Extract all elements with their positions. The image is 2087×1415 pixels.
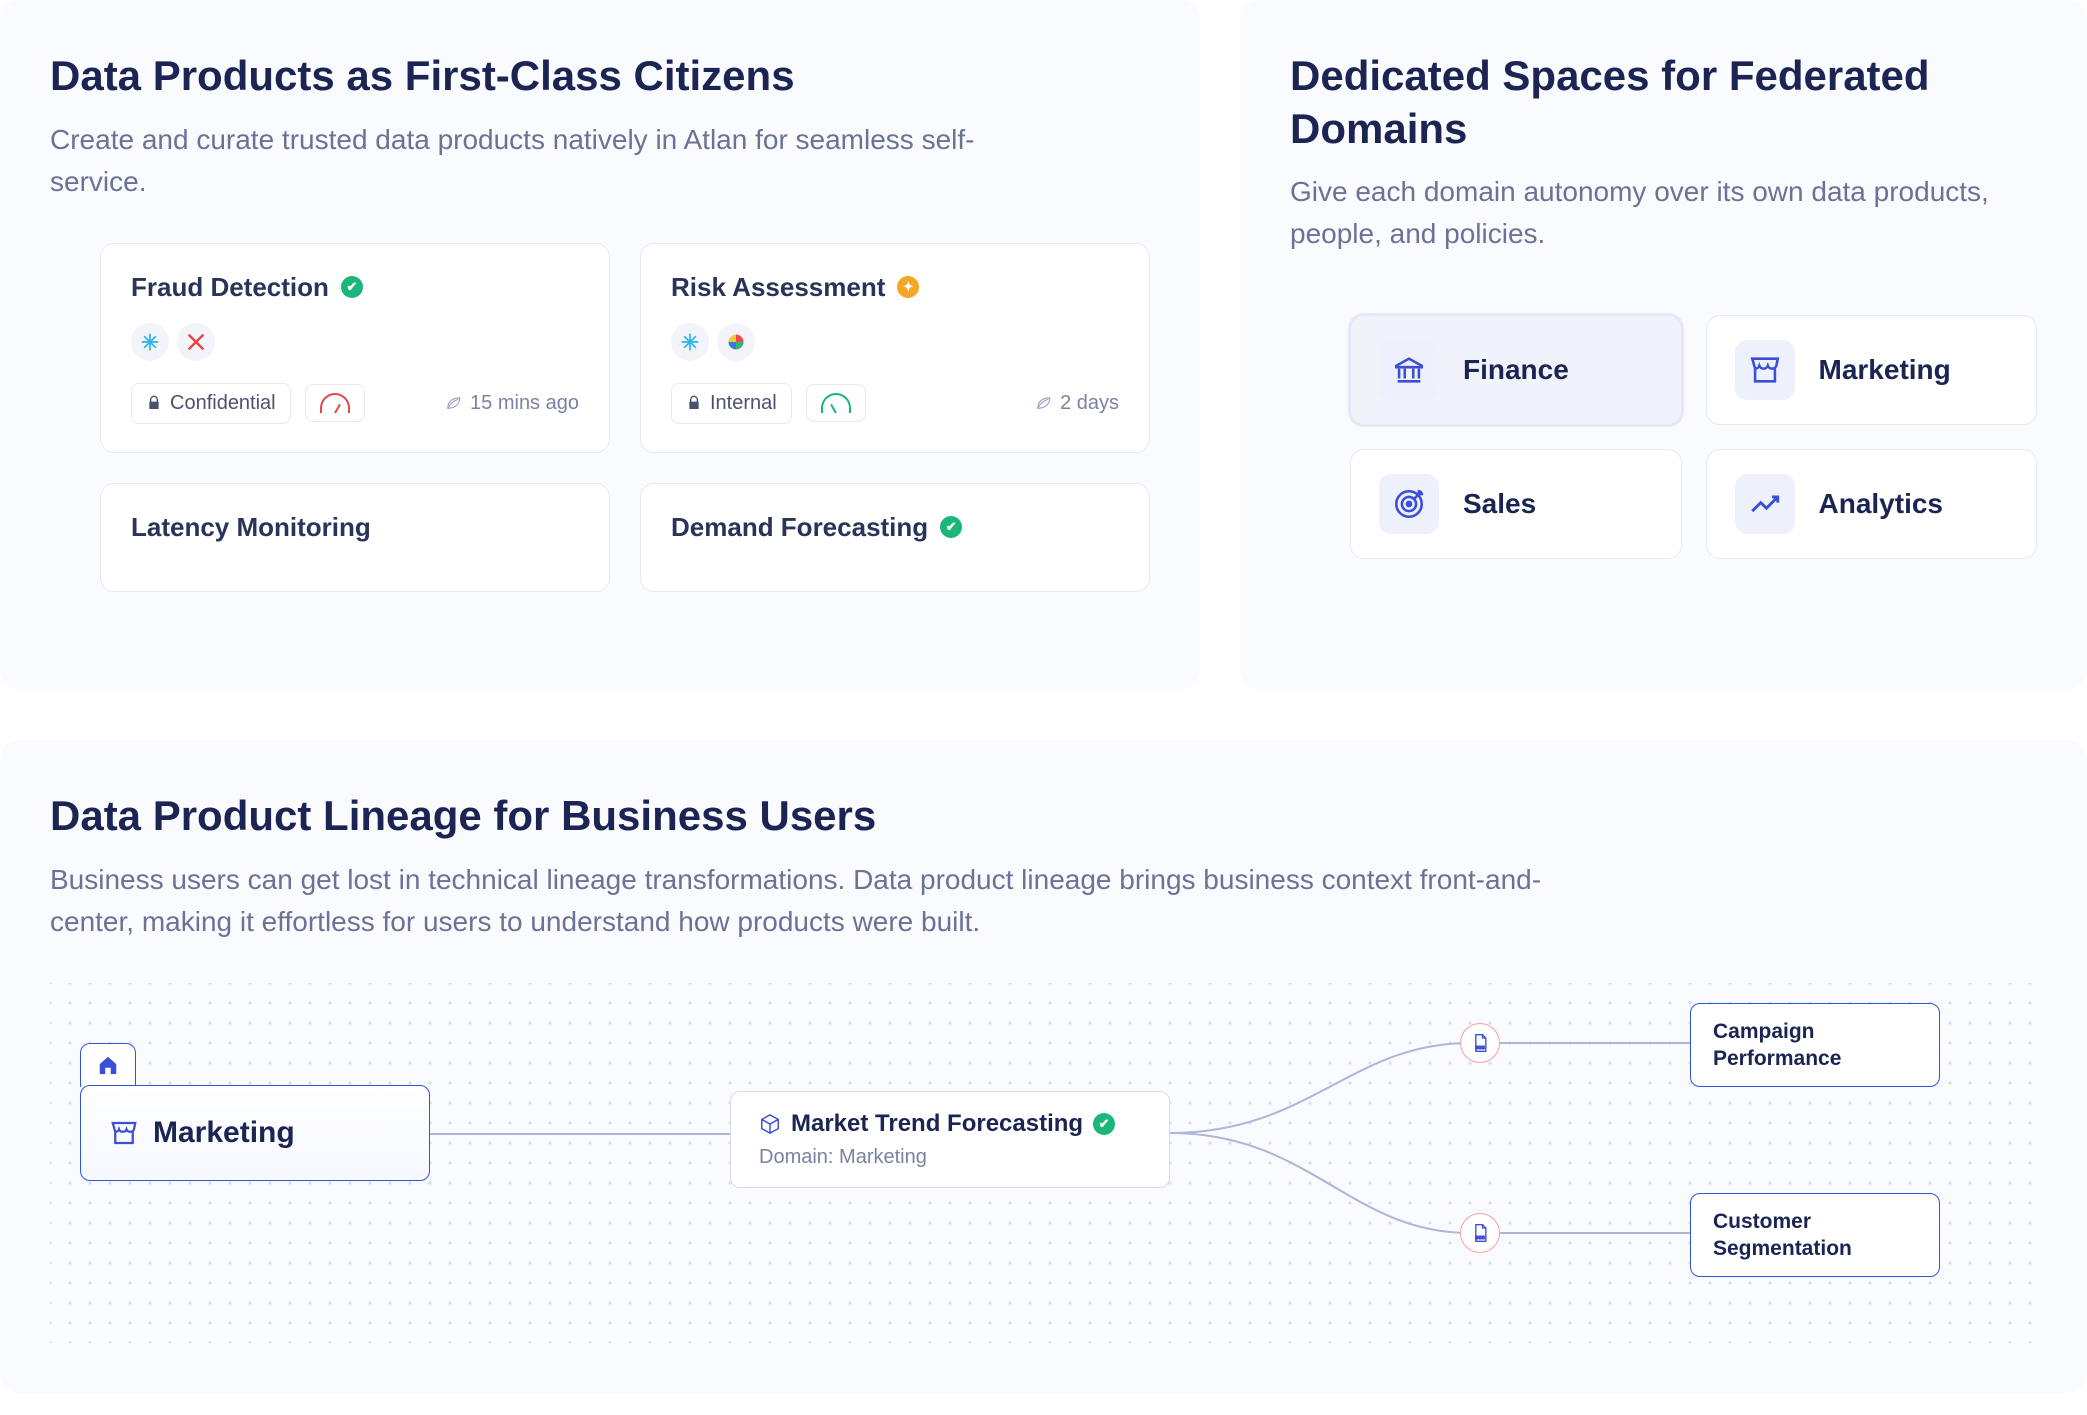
panel-title: Data Product Lineage for Business Users: [50, 790, 2037, 843]
gauge-green-icon: [821, 393, 851, 413]
domain-card-finance[interactable]: Finance: [1350, 315, 1682, 425]
snowflake-icon: [671, 323, 709, 361]
product-title-text: Fraud Detection: [131, 272, 329, 303]
lineage-edge: [430, 1133, 730, 1135]
cube-icon: [759, 1113, 781, 1135]
lock-icon: [146, 395, 162, 411]
panel-lineage: Data Product Lineage for Business Users …: [0, 740, 2087, 1393]
panel-subtitle: Give each domain autonomy over its own d…: [1290, 171, 2037, 255]
lineage-root-node[interactable]: Marketing: [80, 1085, 430, 1181]
pending-badge-icon: ✦: [897, 276, 919, 298]
doc-connector-icon: DOC: [1460, 1213, 1500, 1253]
domain-label: Analytics: [1819, 488, 1944, 520]
verified-badge-icon: ✔: [1093, 1113, 1115, 1135]
svg-text:DOC: DOC: [1475, 1234, 1484, 1239]
doc-connector-icon: DOC: [1460, 1023, 1500, 1063]
panel-title: Data Products as First-Class Citizens: [50, 50, 1150, 103]
lineage-leaf-label: Customer Segmentation: [1713, 1208, 1917, 1263]
gauge-red-icon: [320, 393, 350, 413]
domain-card-sales[interactable]: Sales: [1350, 449, 1682, 559]
classification-pill: Internal: [671, 383, 792, 424]
target-icon: [1379, 474, 1439, 534]
product-title-text: Demand Forecasting: [671, 512, 928, 543]
product-card-fraud-detection[interactable]: Fraud Detection ✔ Confidential: [100, 243, 610, 453]
trend-icon: [1735, 474, 1795, 534]
bank-icon: [1379, 340, 1439, 400]
lineage-leaf-node[interactable]: Customer Segmentation: [1690, 1193, 1940, 1278]
health-gauge: [305, 384, 365, 422]
verified-badge-icon: ✔: [341, 276, 363, 298]
lineage-edge: [1170, 1013, 1710, 1273]
product-title-text: Latency Monitoring: [131, 512, 371, 543]
lineage-root-label: Marketing: [153, 1116, 295, 1150]
leaf-icon: [444, 394, 462, 412]
domain-label: Sales: [1463, 488, 1536, 520]
product-card-risk-assessment[interactable]: Risk Assessment ✦ Internal: [640, 243, 1150, 453]
storefront-icon: [1735, 340, 1795, 400]
leaf-icon: [1034, 394, 1052, 412]
lineage-leaf-node[interactable]: Campaign Performance: [1690, 1003, 1940, 1088]
domain-card-marketing[interactable]: Marketing: [1706, 315, 2038, 425]
product-title-text: Risk Assessment: [671, 272, 885, 303]
pinwheel-icon: [717, 323, 755, 361]
health-gauge: [806, 384, 866, 422]
home-icon: [97, 1054, 119, 1076]
domain-label: Marketing: [1819, 354, 1951, 386]
product-card-latency-monitoring[interactable]: Latency Monitoring: [100, 483, 610, 592]
freshness-text: 2 days: [1034, 392, 1119, 415]
lineage-mid-sub: Domain: Marketing: [759, 1146, 927, 1169]
lineage-mid-label: Market Trend Forecasting: [791, 1110, 1083, 1138]
panel-data-products: Data Products as First-Class Citizens Cr…: [0, 0, 1200, 690]
panel-subtitle: Business users can get lost in technical…: [50, 859, 1550, 943]
panel-title: Dedicated Spaces for Federated Domains: [1290, 50, 2037, 155]
lock-icon: [686, 395, 702, 411]
home-tab[interactable]: [80, 1043, 136, 1087]
x-processor-icon: [177, 323, 215, 361]
lineage-canvas: Marketing Market Trend Forecasting ✔ Dom…: [50, 983, 2037, 1343]
domain-card-analytics[interactable]: Analytics: [1706, 449, 2038, 559]
domain-label: Finance: [1463, 354, 1569, 386]
storefront-icon: [109, 1118, 139, 1148]
panel-domains: Dedicated Spaces for Federated Domains G…: [1240, 0, 2087, 690]
lineage-mid-node[interactable]: Market Trend Forecasting ✔ Domain: Marke…: [730, 1091, 1170, 1188]
verified-badge-icon: ✔: [940, 516, 962, 538]
snowflake-icon: [131, 323, 169, 361]
classification-pill: Confidential: [131, 383, 291, 424]
svg-text:DOC: DOC: [1475, 1044, 1484, 1049]
lineage-leaf-label: Campaign Performance: [1713, 1018, 1917, 1073]
product-card-demand-forecasting[interactable]: Demand Forecasting ✔: [640, 483, 1150, 592]
panel-subtitle: Create and curate trusted data products …: [50, 119, 1010, 203]
freshness-text: 15 mins ago: [444, 392, 579, 415]
